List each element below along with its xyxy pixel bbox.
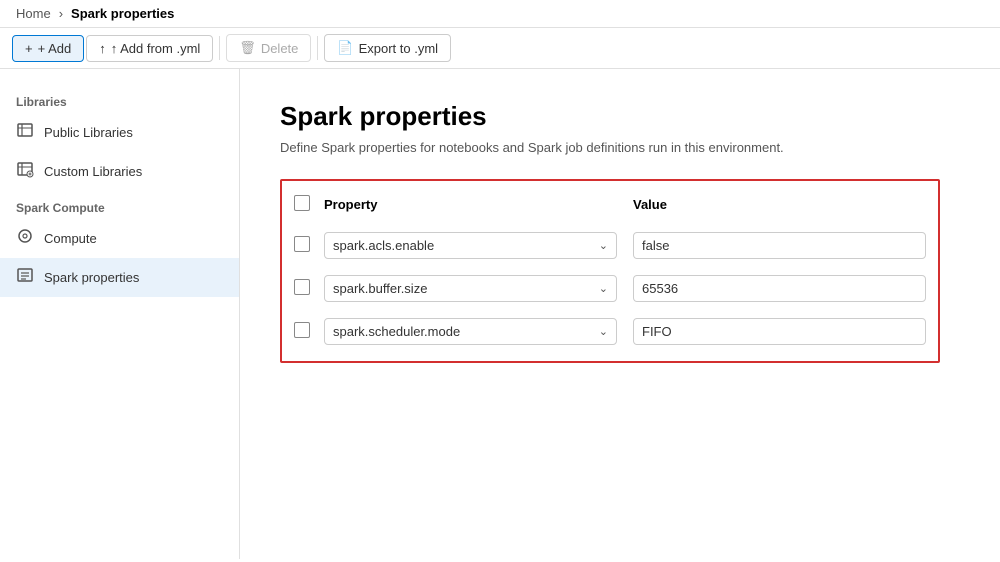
sidebar-item-spark-properties[interactable]: Spark properties xyxy=(0,258,239,297)
libraries-section-label: Libraries xyxy=(0,85,239,113)
row-3-checkbox[interactable] xyxy=(294,322,310,338)
chevron-down-icon: ⌄ xyxy=(599,239,608,252)
delete-button[interactable]: 🗑 Delete xyxy=(226,34,311,62)
custom-libraries-label: Custom Libraries xyxy=(44,164,142,179)
row-3-property-select[interactable]: spark.scheduler.mode ⌄ xyxy=(324,318,617,345)
sidebar-item-custom-libraries[interactable]: Custom Libraries xyxy=(0,152,239,191)
row-1-property-select[interactable]: spark.acls.enable ⌄ xyxy=(324,232,617,259)
export-icon: 📄 xyxy=(337,40,353,56)
page-title: Spark properties xyxy=(280,101,960,132)
breadcrumb-home[interactable]: Home xyxy=(16,6,51,21)
spark-properties-icon xyxy=(16,266,34,289)
row-2-value-input[interactable] xyxy=(633,275,926,302)
header-checkbox[interactable] xyxy=(294,195,310,211)
separator-1 xyxy=(219,36,220,60)
upload-icon: ↑ xyxy=(99,41,106,56)
add-icon: + xyxy=(25,41,33,56)
spark-properties-label: Spark properties xyxy=(44,270,139,285)
table-header: Property Value xyxy=(282,189,938,224)
row-2-property-select[interactable]: spark.buffer.size ⌄ xyxy=(324,275,617,302)
breadcrumb-separator: › xyxy=(59,6,63,21)
sidebar-item-public-libraries[interactable]: Public Libraries xyxy=(0,113,239,152)
custom-libraries-icon xyxy=(16,160,34,183)
row-3-property-text: spark.scheduler.mode xyxy=(333,324,599,339)
add-button[interactable]: + + Add xyxy=(12,35,84,62)
add-label: + Add xyxy=(38,41,72,56)
column-header-value: Value xyxy=(617,197,926,212)
sidebar: Libraries Public Libraries xyxy=(0,69,240,559)
row-2-property-text: spark.buffer.size xyxy=(333,281,599,296)
delete-label: Delete xyxy=(261,41,299,56)
row-1-checkbox[interactable] xyxy=(294,236,310,252)
public-libraries-label: Public Libraries xyxy=(44,125,133,140)
delete-icon: 🗑 xyxy=(239,40,256,56)
page-description: Define Spark properties for notebooks an… xyxy=(280,140,960,155)
separator-2 xyxy=(317,36,318,60)
compute-icon xyxy=(16,227,34,250)
row-1-value-input[interactable] xyxy=(633,232,926,259)
add-from-yml-button[interactable]: ↑ ↑ Add from .yml xyxy=(86,35,213,62)
sidebar-item-compute[interactable]: Compute xyxy=(0,219,239,258)
add-from-yml-label: ↑ Add from .yml xyxy=(111,41,201,56)
chevron-down-icon: ⌄ xyxy=(599,282,608,295)
properties-table: Property Value spark.acls.enable ⌄ xyxy=(280,179,940,363)
row-2-checkbox[interactable] xyxy=(294,279,310,295)
toolbar: + + Add ↑ ↑ Add from .yml 🗑 Delete 📄 Exp… xyxy=(0,28,1000,69)
export-button[interactable]: 📄 Export to .yml xyxy=(324,34,451,62)
export-label: Export to .yml xyxy=(359,41,438,56)
layout: Libraries Public Libraries xyxy=(0,69,1000,559)
table-row: spark.buffer.size ⌄ xyxy=(282,267,938,310)
compute-label: Compute xyxy=(44,231,97,246)
main-content: Spark properties Define Spark properties… xyxy=(240,69,1000,559)
spark-compute-section-label: Spark Compute xyxy=(0,191,239,219)
table-row: spark.acls.enable ⌄ xyxy=(282,224,938,267)
column-header-property: Property xyxy=(324,197,617,212)
chevron-down-icon: ⌄ xyxy=(599,325,608,338)
row-3-value-input[interactable] xyxy=(633,318,926,345)
breadcrumb: Home › Spark properties xyxy=(0,0,1000,28)
row-1-property-text: spark.acls.enable xyxy=(333,238,599,253)
breadcrumb-current: Spark properties xyxy=(71,6,174,21)
public-libraries-icon xyxy=(16,121,34,144)
table-row: spark.scheduler.mode ⌄ xyxy=(282,310,938,353)
